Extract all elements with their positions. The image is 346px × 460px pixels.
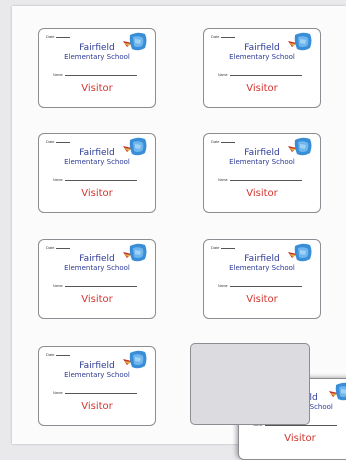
school-name-line1: Fairfield <box>244 254 280 264</box>
name-line: Name <box>218 73 302 77</box>
name-badge: Date Fairfield Elementary School Name Vi… <box>38 133 156 213</box>
school-name: Fairfield Elementary School <box>39 361 155 380</box>
visitor-label: Visitor <box>81 188 113 199</box>
date-line: Date <box>46 34 71 39</box>
school-name-line1: Fairfield <box>244 148 280 158</box>
date-line: Date <box>211 245 236 250</box>
empty-label-slot <box>190 343 310 425</box>
name-badge: Date Fairfield Elementary School Name Vi… <box>38 28 156 108</box>
school-name: Fairfield Elementary School <box>39 148 155 167</box>
visitor-label: Visitor <box>81 294 113 305</box>
date-line: Date <box>46 352 71 357</box>
school-name-line2: Elementary School <box>64 264 130 272</box>
school-name: Fairfield Elementary School <box>204 254 320 273</box>
school-name: Fairfield Elementary School <box>39 43 155 62</box>
school-name-line2: Elementary School <box>64 371 130 379</box>
school-name-line1: Fairfield <box>79 361 115 371</box>
name-line: Name <box>53 284 137 288</box>
school-name: Fairfield Elementary School <box>204 148 320 167</box>
school-name: Fairfield Elementary School <box>39 254 155 273</box>
school-name: Fairfield Elementary School <box>204 43 320 62</box>
name-badge: Date Fairfield Elementary School Name Vi… <box>203 28 321 108</box>
name-line: Name <box>53 391 137 395</box>
visitor-label: Visitor <box>284 433 316 444</box>
name-badge: Date Fairfield Elementary School Name Vi… <box>203 239 321 319</box>
name-badge: Date Fairfield Elementary School Name Vi… <box>203 133 321 213</box>
date-line: Date <box>46 139 71 144</box>
date-line: Date <box>211 139 236 144</box>
name-line: Name <box>218 284 302 288</box>
name-line: Name <box>53 178 137 182</box>
school-name-line1: Fairfield <box>79 43 115 53</box>
name-badge: Date Fairfield Elementary School Name Vi… <box>38 239 156 319</box>
date-line: Date <box>211 34 236 39</box>
school-name-line2: Elementary School <box>229 264 295 272</box>
name-line: Name <box>218 178 302 182</box>
school-name-line2: Elementary School <box>64 53 130 61</box>
visitor-label: Visitor <box>246 83 278 94</box>
visitor-label: Visitor <box>81 83 113 94</box>
school-name-line1: Fairfield <box>79 254 115 264</box>
name-line: Name <box>53 73 137 77</box>
school-name-line2: Elementary School <box>229 158 295 166</box>
school-name-line1: Fairfield <box>79 148 115 158</box>
visitor-label: Visitor <box>81 401 113 412</box>
school-name-line2: Elementary School <box>229 53 295 61</box>
visitor-label: Visitor <box>246 188 278 199</box>
date-line: Date <box>46 245 71 250</box>
visitor-label: Visitor <box>246 294 278 305</box>
school-name-line2: Elementary School <box>64 158 130 166</box>
name-badge: Date Fairfield Elementary School Name Vi… <box>38 346 156 426</box>
school-name-line1: Fairfield <box>244 43 280 53</box>
